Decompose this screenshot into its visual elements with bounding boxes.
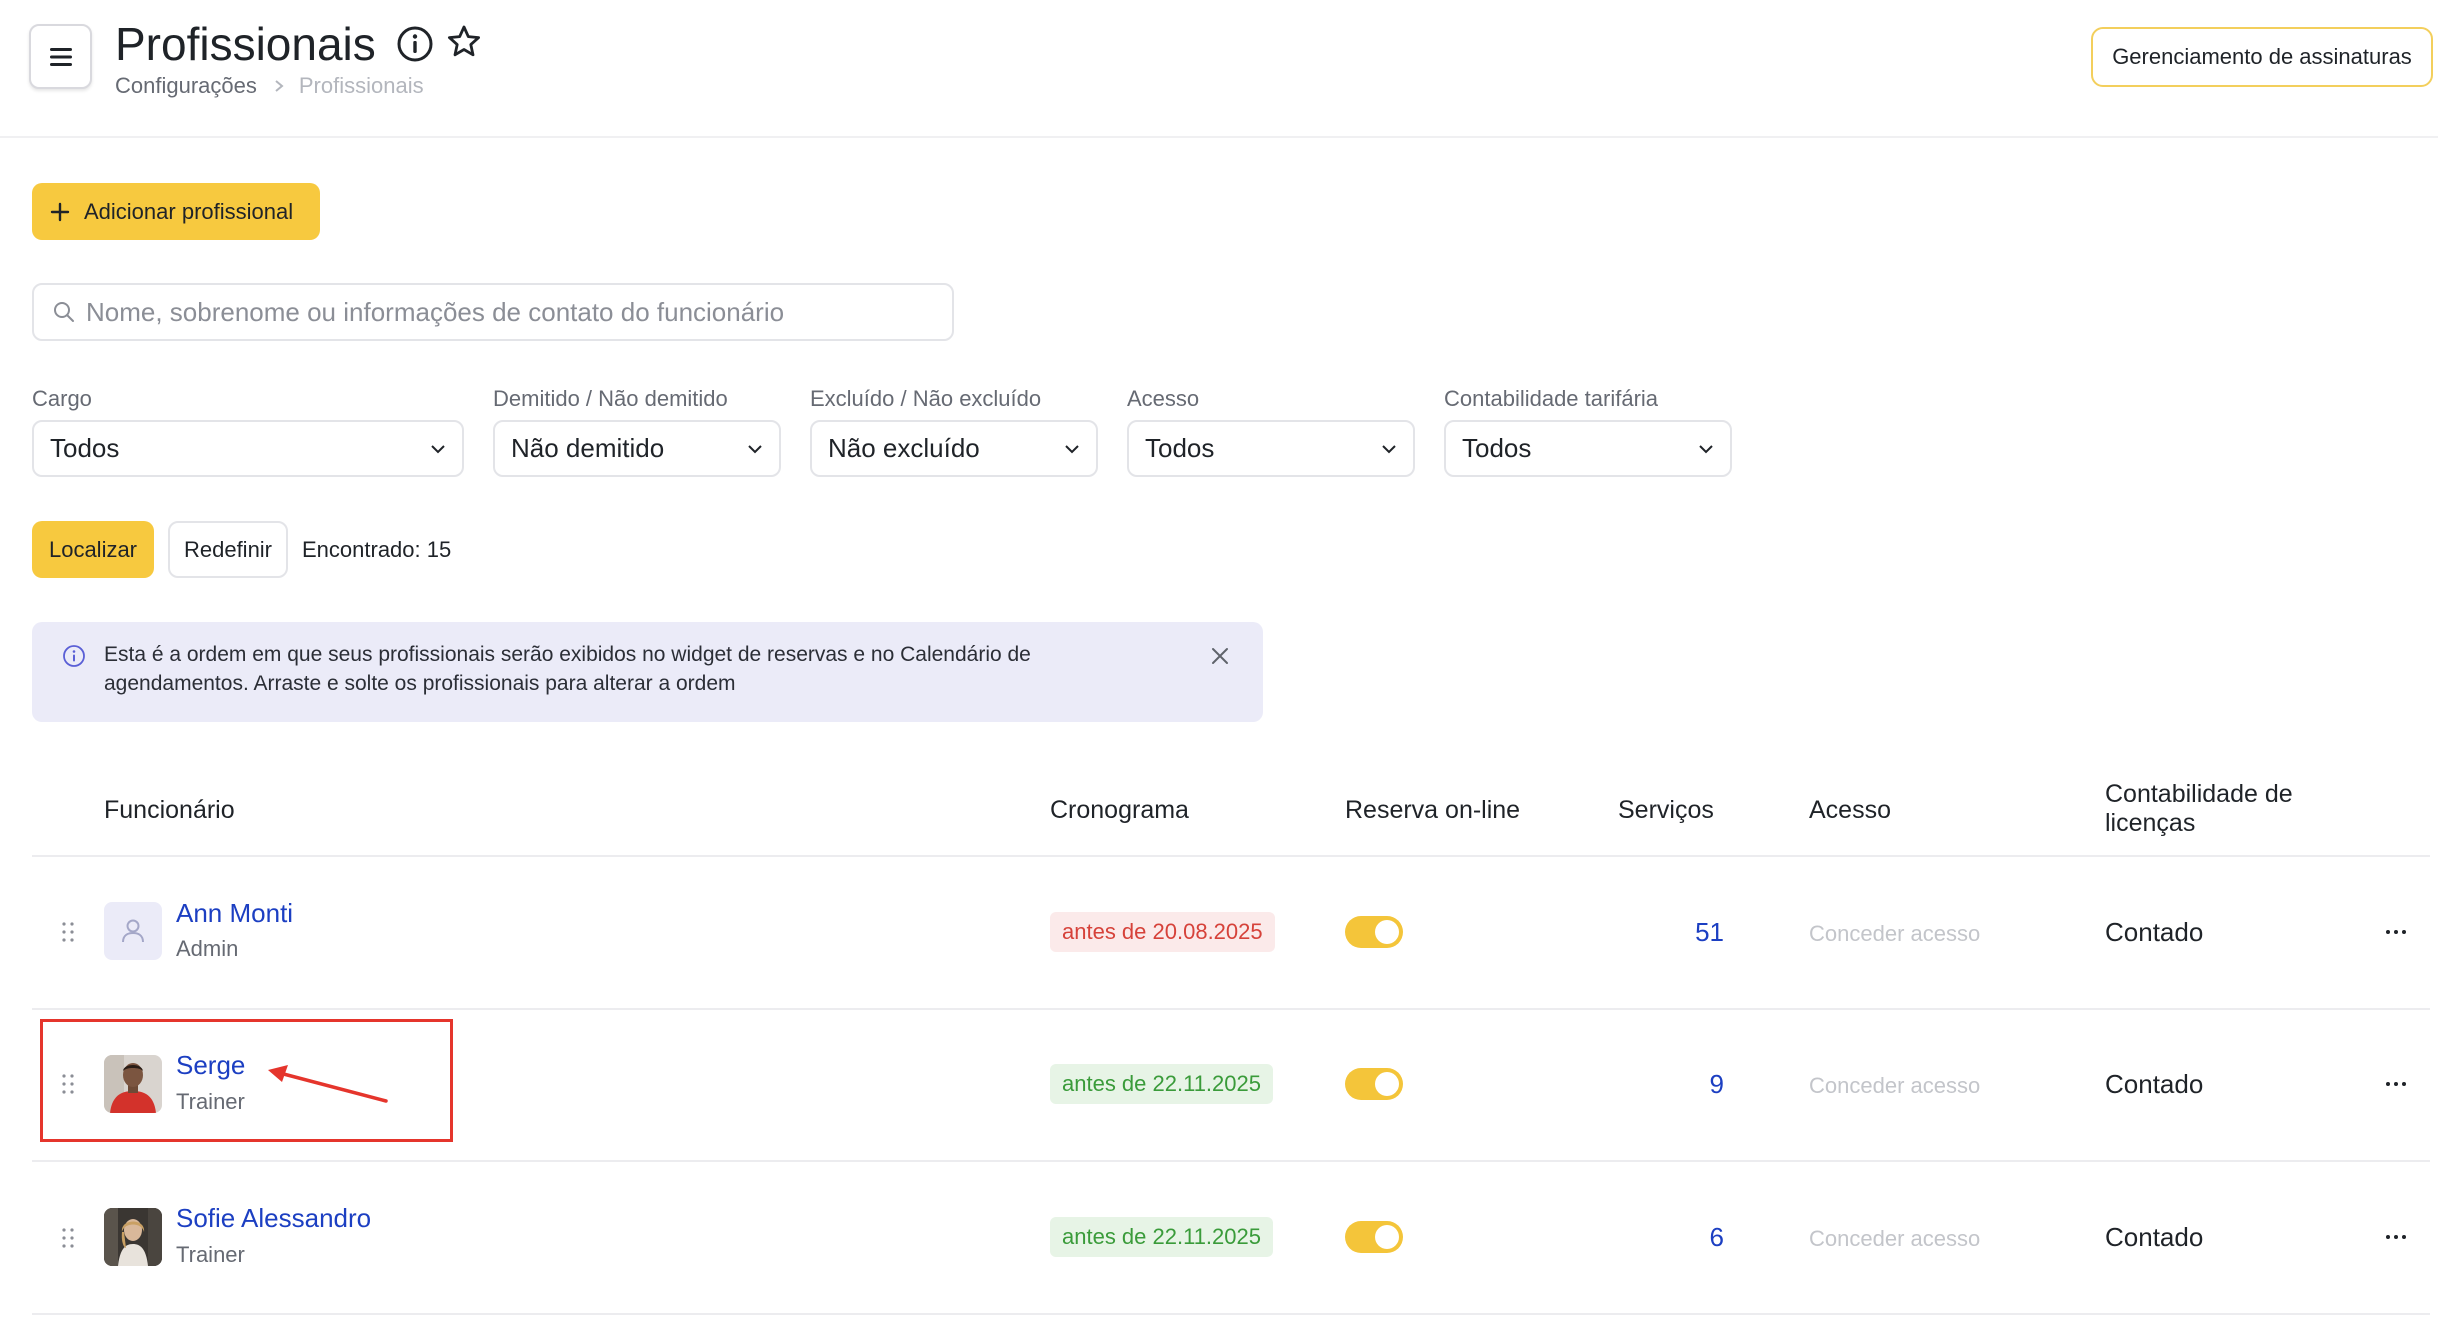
- column-header-access: Acesso: [1809, 796, 1891, 824]
- employee-role: Admin: [176, 936, 239, 961]
- filter-value-access: Todos: [1145, 433, 1215, 463]
- search-icon: [54, 302, 74, 322]
- info-banner: Esta é a ordem em que seus profissionais…: [32, 622, 1263, 722]
- filter-value-dismissed: Não demitido: [511, 433, 665, 463]
- drag-handle-icon[interactable]: [61, 921, 75, 943]
- filter-select-deleted[interactable]: Não excluído: [810, 420, 1098, 477]
- filter-label-role: Cargo: [32, 386, 92, 411]
- grant-access-link[interactable]: Conceder acesso: [1809, 920, 1980, 948]
- menu-button[interactable]: [29, 24, 92, 89]
- grant-access-link[interactable]: Conceder acesso: [1809, 1225, 1980, 1253]
- chevron-down-icon: [431, 444, 445, 453]
- employee-name-link[interactable]: Sofie Alessandro: [176, 1203, 371, 1233]
- breadcrumb-item-current: Profissionais: [298, 73, 424, 98]
- schedule-badge[interactable]: antes de 20.08.2025: [1050, 912, 1275, 952]
- star-icon[interactable]: [445, 23, 483, 61]
- license-status: Contado: [2105, 1069, 2204, 1099]
- row-divider: [32, 1008, 2430, 1010]
- search-box[interactable]: [32, 283, 954, 341]
- drag-handle-icon[interactable]: [61, 1227, 75, 1249]
- online-booking-toggle[interactable]: [1345, 1068, 1403, 1100]
- filter-select-role[interactable]: Todos: [32, 420, 464, 477]
- banner-text: Esta é a ordem em que seus profissionais…: [104, 643, 1031, 695]
- row-divider: [32, 1313, 2430, 1315]
- subscription-management-button[interactable]: Gerenciamento de assinaturas: [2091, 27, 2433, 87]
- grant-access-link[interactable]: Conceder acesso: [1809, 1072, 1980, 1100]
- chevron-down-icon: [748, 444, 762, 453]
- license-status: Contado: [2105, 917, 2204, 947]
- services-count-link[interactable]: 9: [1604, 1069, 1724, 1099]
- breadcrumb: Configurações Profissionais: [115, 72, 424, 100]
- online-booking-toggle[interactable]: [1345, 916, 1403, 948]
- filter-label-tariff: Contabilidade tarifária: [1444, 386, 1659, 411]
- annotation-arrow-icon: [268, 1065, 388, 1103]
- chevron-down-icon: [1065, 444, 1079, 453]
- filter-label-dismissed: Demitido / Não demitido: [493, 386, 728, 411]
- column-header-services: Serviços: [1618, 796, 1714, 824]
- reset-button[interactable]: Redefinir: [168, 521, 288, 578]
- more-options-icon[interactable]: [2384, 928, 2408, 936]
- column-header-license: Contabilidade de licenças: [2105, 780, 2293, 837]
- filter-label-deleted: Excluído / Não excluído: [810, 386, 1042, 411]
- online-booking-toggle[interactable]: [1345, 1221, 1403, 1253]
- chevron-down-icon: [1382, 444, 1396, 453]
- breadcrumb-item-settings[interactable]: Configurações: [115, 72, 257, 100]
- hamburger-icon: [49, 47, 72, 66]
- filter-value-tariff: Todos: [1462, 433, 1532, 463]
- filter-select-dismissed[interactable]: Não demitido: [493, 420, 781, 477]
- filter-select-access[interactable]: Todos: [1127, 420, 1415, 477]
- row-divider: [32, 1160, 2430, 1162]
- column-header-schedule: Cronograma: [1050, 796, 1189, 824]
- filter-select-tariff[interactable]: Todos: [1444, 420, 1732, 477]
- avatar: [104, 902, 162, 960]
- more-options-icon[interactable]: [2384, 1233, 2408, 1241]
- avatar-photo: [104, 1208, 162, 1266]
- schedule-badge[interactable]: antes de 22.11.2025: [1050, 1064, 1273, 1104]
- found-count: Encontrado: 15: [302, 537, 452, 562]
- user-icon: [122, 919, 144, 943]
- employee-name-link[interactable]: Ann Monti: [176, 898, 293, 928]
- search-input[interactable]: [86, 296, 952, 328]
- page-header: Profissionais Configurações Profissionai…: [0, 0, 2438, 138]
- find-button[interactable]: Localizar: [32, 521, 154, 578]
- person-photo-icon: [104, 1208, 162, 1266]
- services-count-link[interactable]: 6: [1604, 1222, 1724, 1252]
- chevron-right-icon: [275, 80, 284, 92]
- employee-role: Trainer: [176, 1242, 245, 1267]
- chevron-down-icon: [1699, 444, 1713, 453]
- row-divider: [32, 855, 2430, 857]
- more-options-icon[interactable]: [2384, 1080, 2408, 1088]
- services-count-link[interactable]: 51: [1604, 917, 1724, 947]
- add-professional-button[interactable]: Adicionar profissional: [32, 183, 320, 240]
- filter-label-access: Acesso: [1127, 386, 1200, 411]
- add-professional-label: Adicionar profissional: [84, 198, 294, 224]
- plus-icon: [50, 202, 70, 221]
- filter-value-deleted: Não excluído: [828, 433, 980, 463]
- info-circle-icon: [63, 645, 85, 667]
- column-header-online-booking: Reserva on-line: [1345, 796, 1521, 824]
- schedule-badge[interactable]: antes de 22.11.2025: [1050, 1217, 1273, 1257]
- close-icon[interactable]: [1208, 644, 1232, 668]
- column-header-employee: Funcionário: [104, 796, 235, 824]
- filter-value-role: Todos: [50, 433, 120, 463]
- page-title: Profissionais: [115, 18, 376, 70]
- license-status: Contado: [2105, 1222, 2204, 1252]
- info-icon[interactable]: [396, 25, 434, 63]
